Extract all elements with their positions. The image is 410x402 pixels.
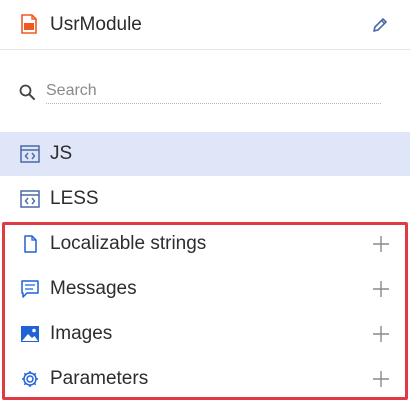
search-icon	[19, 84, 35, 100]
add-parameter-button[interactable]	[371, 369, 391, 389]
search-input[interactable]	[46, 78, 381, 104]
gear-icon	[22, 371, 38, 387]
sidebar-item-label: LESS	[50, 188, 99, 209]
sidebar-item-js[interactable]: JS	[0, 132, 410, 176]
add-message-button[interactable]	[371, 279, 391, 299]
code-window-icon	[20, 190, 40, 208]
js-file-icon	[21, 14, 37, 34]
image-icon	[21, 326, 39, 342]
add-image-button[interactable]	[371, 324, 391, 344]
document-icon	[24, 235, 37, 253]
search-box	[19, 78, 391, 106]
sidebar-item-images[interactable]: Images	[0, 312, 410, 356]
sidebar-item-localizable-strings[interactable]: Localizable strings	[0, 222, 410, 266]
add-localizable-string-button[interactable]	[371, 234, 391, 254]
code-window-icon	[20, 145, 40, 163]
sidebar-item-label: JS	[50, 143, 73, 164]
sidebar-item-label: Messages	[50, 278, 137, 299]
sidebar-item-parameters[interactable]: Parameters	[0, 357, 410, 401]
sidebar-item-less[interactable]: LESS	[0, 177, 410, 221]
message-icon	[21, 280, 39, 298]
sidebar-item-messages[interactable]: Messages	[0, 267, 410, 311]
schema-header: UsrModule	[0, 0, 410, 50]
sidebar-item-label: Localizable strings	[50, 233, 207, 254]
pencil-icon[interactable]	[372, 17, 388, 33]
sidebar-item-label: Parameters	[50, 368, 149, 389]
page-title: UsrModule	[50, 14, 142, 35]
sidebar-item-label: Images	[50, 323, 113, 344]
